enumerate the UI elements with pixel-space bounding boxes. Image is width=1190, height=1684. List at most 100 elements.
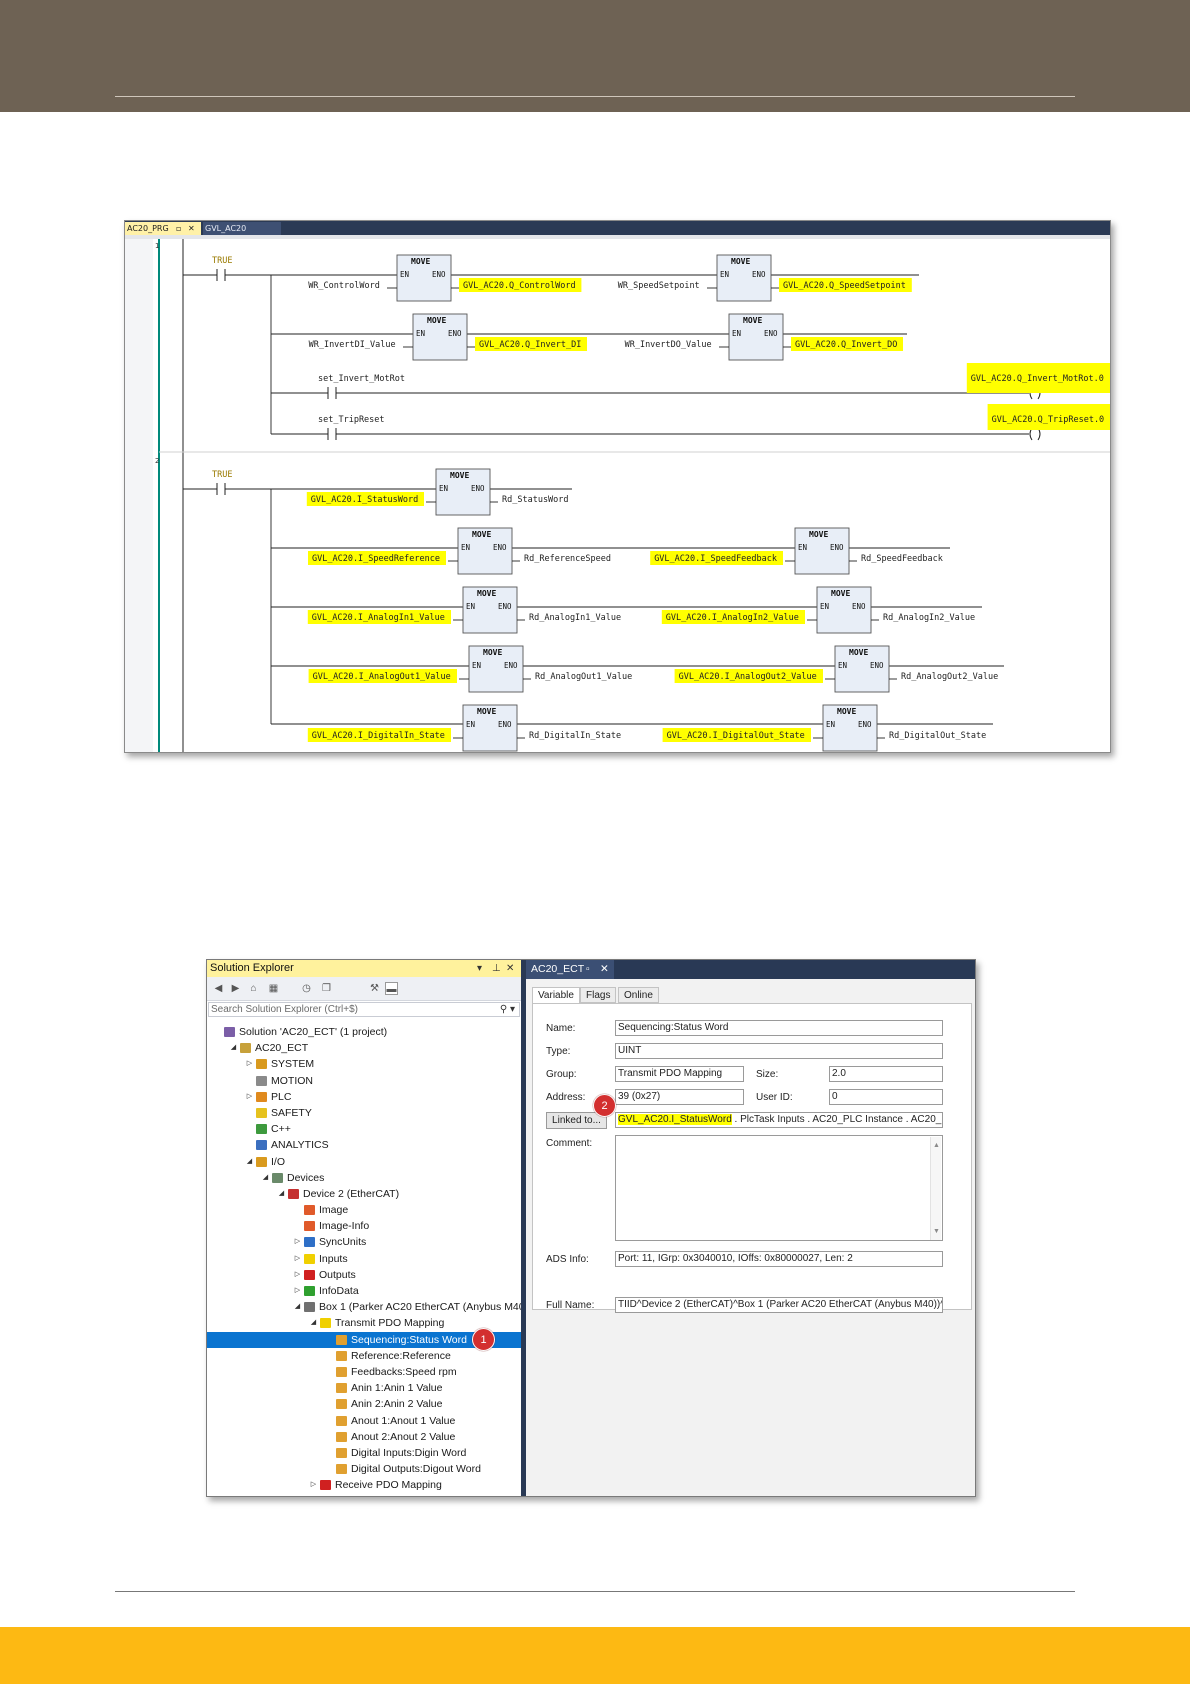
tab-ac20-prg[interactable]: AC20_PRG ▫ ✕ xyxy=(125,222,201,235)
tab-gvl-ac20[interactable]: GVL_AC20 xyxy=(203,222,281,235)
home-icon[interactable]: ⌂ xyxy=(247,982,260,995)
history-icon[interactable]: ◷ xyxy=(300,982,313,995)
expand-arrow-icon[interactable]: ▷ xyxy=(309,1477,318,1493)
tree-item[interactable]: Solution 'AC20_ECT' (1 project) xyxy=(207,1024,521,1040)
properties-icon[interactable]: ⚒ xyxy=(368,982,381,995)
tree-item[interactable]: ◢ Device 2 (EtherCAT) xyxy=(207,1186,521,1202)
expand-arrow-icon[interactable]: ◢ xyxy=(261,1170,270,1186)
close-icon[interactable]: ✕ xyxy=(506,960,514,977)
expand-arrow-icon[interactable]: ◢ xyxy=(229,1040,238,1056)
sync-views-icon[interactable]: ▦ xyxy=(267,982,280,995)
tree-item[interactable]: Reference:Reference xyxy=(207,1348,521,1364)
footer-rule xyxy=(115,1591,1075,1592)
comment-scrollbar[interactable]: ▲ ▼ xyxy=(930,1137,941,1240)
name-field[interactable]: Sequencing:Status Word xyxy=(615,1020,943,1036)
tab-variable[interactable]: Variable xyxy=(532,987,580,1004)
expand-arrow-icon[interactable]: ◢ xyxy=(245,1154,254,1170)
forward-icon[interactable]: ▶ xyxy=(229,982,242,995)
tab-ac20-ect[interactable]: AC20_ECT ▫ ✕ xyxy=(526,960,614,979)
expand-arrow-icon[interactable]: ◢ xyxy=(309,1315,318,1331)
tree-item[interactable]: Digital Inputs:Digin Word xyxy=(207,1445,521,1461)
en-pin-label: EN xyxy=(416,329,425,338)
tree-item-label: PLC xyxy=(271,1090,292,1103)
move-block-title: MOVE xyxy=(477,707,496,716)
dropdown-icon[interactable]: ▾ xyxy=(477,960,482,977)
ads-info-field[interactable]: Port: 11, IGrp: 0x3040010, IOffs: 0x8000… xyxy=(615,1251,943,1267)
tree-item[interactable]: ANALYTICS xyxy=(207,1137,521,1153)
pin-icon[interactable]: ▫ xyxy=(176,222,181,235)
expand-arrow-icon[interactable]: ◢ xyxy=(277,1186,286,1202)
expand-arrow-icon[interactable]: ▷ xyxy=(245,1089,254,1105)
eno-pin-label: ENO xyxy=(432,270,446,279)
preview-icon[interactable]: ▬ xyxy=(385,982,398,995)
scroll-down-icon[interactable]: ▼ xyxy=(932,1225,941,1239)
tree-item[interactable]: ◢ Devices xyxy=(207,1170,521,1186)
full-name-field[interactable]: TIID^Device 2 (EtherCAT)^Box 1 (Parker A… xyxy=(615,1297,943,1313)
expand-arrow-icon[interactable]: ▷ xyxy=(293,1283,302,1299)
callout-badge-2: 2 xyxy=(593,1094,616,1117)
move-block-title: MOVE xyxy=(450,471,469,480)
tree-item[interactable]: ◢ Transmit PDO Mapping xyxy=(207,1315,521,1331)
move-block-title: MOVE xyxy=(477,589,496,598)
tree-item[interactable]: MOTION xyxy=(207,1073,521,1089)
comment-textarea[interactable]: ▲ ▼ xyxy=(615,1135,943,1241)
back-icon[interactable]: ◀ xyxy=(212,982,225,995)
tree-item-label: Image-Info xyxy=(319,1220,370,1233)
scroll-up-icon[interactable]: ▲ xyxy=(932,1139,941,1153)
search-icon[interactable]: ⚲ ▾ xyxy=(500,1003,515,1016)
block-input-label: GVL_AC20.I_DigitalIn_State xyxy=(312,731,445,741)
expand-arrow-icon[interactable]: ▷ xyxy=(293,1267,302,1283)
tree-item[interactable]: Image-Info xyxy=(207,1218,521,1234)
collapse-all-icon[interactable]: ❐ xyxy=(320,982,333,995)
type-field[interactable]: UINT xyxy=(615,1043,943,1059)
group-field[interactable]: Transmit PDO Mapping xyxy=(615,1066,744,1082)
linked-to-field[interactable]: GVL_AC20.I_StatusWord . PlcTask Inputs .… xyxy=(615,1112,943,1128)
tree-item[interactable]: ▷ SYSTEM xyxy=(207,1056,521,1072)
coil-label: GVL_AC20.Q_TripReset.0 xyxy=(992,415,1105,425)
tree-item[interactable]: Feedbacks:Speed rpm xyxy=(207,1364,521,1380)
tree-item[interactable]: Anin 1:Anin 1 Value xyxy=(207,1380,521,1396)
address-field[interactable]: 39 (0x27) xyxy=(615,1089,744,1105)
tree-item[interactable]: Anout 1:Anout 1 Value xyxy=(207,1413,521,1429)
tree-item[interactable]: Anout 2:Anout 2 Value xyxy=(207,1429,521,1445)
tree-item[interactable]: ▷ Inputs xyxy=(207,1251,521,1267)
expand-arrow-icon[interactable]: ▷ xyxy=(293,1251,302,1267)
tree-item[interactable]: SAFETY xyxy=(207,1105,521,1121)
expand-arrow-icon[interactable]: ◢ xyxy=(293,1299,302,1315)
tree-item[interactable]: Image xyxy=(207,1202,521,1218)
tree-item[interactable]: ▷ PLC xyxy=(207,1089,521,1105)
tree-item-label: Transmit PDO Mapping xyxy=(335,1317,445,1330)
tree-item-label: Receive PDO Mapping xyxy=(335,1479,442,1492)
close-icon[interactable]: ✕ xyxy=(600,960,609,979)
tree-item[interactable]: C++ xyxy=(207,1121,521,1137)
pin-icon[interactable]: ⊥ xyxy=(492,960,501,977)
expand-arrow-icon[interactable]: ▷ xyxy=(293,1234,302,1250)
tree-item[interactable]: ◢ Box 1 (Parker AC20 EtherCAT (Anybus M40… xyxy=(207,1299,532,1315)
tree-item[interactable]: ◢ AC20_ECT xyxy=(207,1040,521,1056)
syncunits-icon xyxy=(304,1237,315,1248)
tree-item-label: Box 1 (Parker AC20 EtherCAT (Anybus M40)… xyxy=(319,1301,532,1314)
size-field[interactable]: 2.0 xyxy=(829,1066,943,1082)
expand-arrow-icon[interactable]: ▷ xyxy=(245,1056,254,1072)
tree-item-label: SAFETY xyxy=(271,1106,312,1119)
search-placeholder: Search Solution Explorer (Ctrl+$) xyxy=(211,1004,359,1015)
close-icon[interactable]: ✕ xyxy=(188,222,195,235)
tree-item[interactable]: ▷ Receive PDO Mapping xyxy=(207,1477,521,1493)
size-label: Size: xyxy=(756,1069,779,1080)
variable-icon xyxy=(336,1366,347,1377)
tab-online[interactable]: Online xyxy=(618,987,659,1003)
tree-item[interactable]: ▷ InfoData xyxy=(207,1283,521,1299)
tree-item[interactable]: Anin 2:Anin 2 Value xyxy=(207,1396,521,1412)
userid-field[interactable]: 0 xyxy=(829,1089,943,1105)
tree-item[interactable]: ▷ SyncUnits xyxy=(207,1234,521,1250)
move-block-title: MOVE xyxy=(831,589,850,598)
analytics-icon xyxy=(256,1140,267,1151)
tree-item[interactable]: ◢ I/O xyxy=(207,1154,521,1170)
tree-item-label: Sequencing:Status Word xyxy=(351,1333,467,1346)
pin-icon[interactable]: ▫ xyxy=(586,960,590,979)
solution-search-input[interactable]: Search Solution Explorer (Ctrl+$) ⚲ ▾ xyxy=(208,1002,520,1017)
tree-item-label: I/O xyxy=(271,1155,286,1168)
tree-item[interactable]: ▷ Outputs xyxy=(207,1267,521,1283)
tree-item[interactable]: Digital Outputs:Digout Word xyxy=(207,1461,521,1477)
tab-flags[interactable]: Flags xyxy=(580,987,617,1003)
